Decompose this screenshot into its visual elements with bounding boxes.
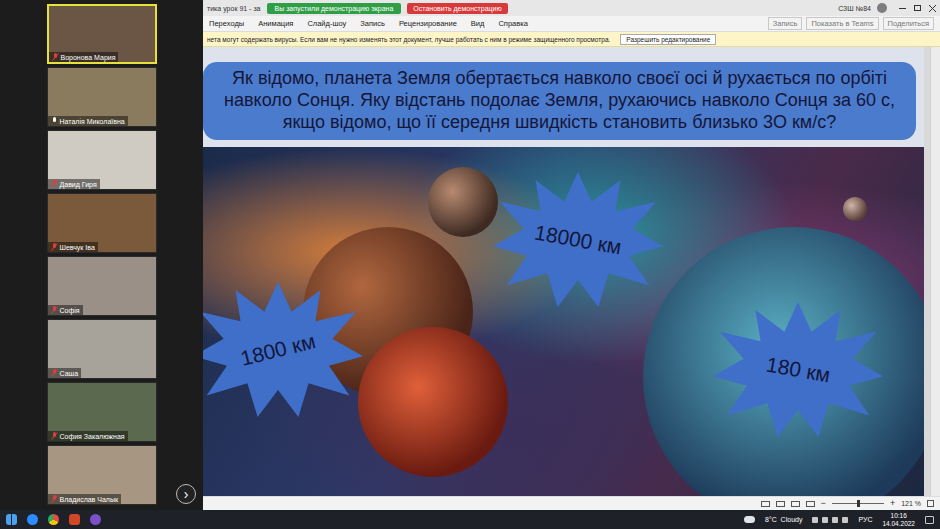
time: 10:16 (891, 512, 907, 519)
participant-name: Софія (60, 307, 80, 314)
mic-icon (51, 180, 58, 188)
powerpoint-icon[interactable] (69, 514, 80, 525)
participant-name-bar: Владислав Чалык (48, 494, 122, 504)
participant-name-bar: Саша (48, 368, 82, 378)
weather[interactable]: 8°C Cloudy (765, 516, 802, 523)
viber-icon[interactable] (90, 514, 101, 525)
ribbon-menu: Переходы Анимация Слайд-шоу Запись Рецензиро… (203, 16, 940, 32)
stop-share-button[interactable]: Остановить демонстрацию (407, 3, 507, 14)
zoom-out-button[interactable]: − (821, 499, 826, 508)
date: 14.04.2022 (882, 520, 915, 527)
document-title: тика урок 91 - за (207, 5, 261, 12)
participant-name: Воронова Мария (61, 54, 116, 61)
mic-icon (51, 369, 58, 377)
notifications-icon[interactable] (925, 516, 934, 524)
participant-name-bar: Давид Гиря (48, 179, 100, 189)
scrollbar[interactable] (930, 47, 940, 496)
window-controls (899, 5, 936, 12)
mic-icon (51, 432, 58, 440)
toolbar-button[interactable]: Поделиться (883, 17, 934, 30)
slideshow-icon[interactable] (806, 501, 815, 507)
share-notice: Вы запустили демонстрацию экрана (267, 3, 402, 14)
question-box: Як відомо, планета Земля обертається нав… (203, 62, 916, 140)
toolbar-button[interactable]: Запись (768, 17, 803, 30)
next-page-button[interactable]: › (176, 484, 196, 504)
mic-icon (52, 53, 59, 61)
participant-tile[interactable]: Давид Гиря (47, 130, 157, 190)
participant-name: Давид Гиря (60, 181, 97, 188)
participant-name-bar: Наталія Миколаївна (48, 116, 128, 126)
participant-tile[interactable]: Шевчук Іва (47, 193, 157, 253)
participant-name: София Закалюжная (60, 433, 125, 440)
protected-view-bar: нета могут содержать вирусы. Если вам не… (203, 32, 940, 47)
zoom-thumb[interactable] (857, 500, 860, 507)
screen: Воронова Мария Наталія Миколаївна Давид Ги… (0, 0, 940, 529)
fit-icon[interactable] (927, 500, 934, 507)
participant-tile[interactable]: Наталія Миколаївна (47, 67, 157, 127)
menu-item[interactable]: Запись (360, 19, 385, 28)
normal-view-icon[interactable] (761, 501, 770, 507)
menu-item[interactable]: Анимация (258, 19, 293, 28)
participant-name: Шевчук Іва (60, 244, 95, 251)
zoom-in-button[interactable]: + (890, 499, 895, 508)
participant-name: Саша (60, 370, 79, 377)
planet (843, 197, 867, 221)
answer-text: 1800 км (238, 329, 318, 371)
participant-tile[interactable]: Воронова Мария (47, 4, 157, 64)
menu-item[interactable]: Рецензирование (399, 19, 457, 28)
mic-icon (51, 243, 58, 251)
participant-name-bar: Софія (48, 305, 83, 315)
minimize-icon[interactable] (899, 8, 906, 9)
protected-message: нета могут содержать вирусы. Если вам не… (207, 36, 610, 43)
participant-name-bar: Шевчук Іва (48, 242, 98, 252)
status-bar: − +121 % (203, 496, 940, 510)
chrome-icon[interactable] (48, 514, 59, 525)
main-area: Воронова Мария Наталія Миколаївна Давид Ги… (0, 0, 940, 510)
title-bar: тика урок 91 - за Вы запустили демонстрац… (203, 0, 940, 16)
participant-tile[interactable]: Владислав Чалык (47, 445, 157, 505)
clock[interactable]: 10:1614.04.2022 (882, 512, 915, 526)
planet (428, 167, 498, 237)
zoom-app-icon[interactable] (27, 514, 38, 525)
start-icon[interactable] (6, 514, 17, 525)
toolbar-button[interactable]: Показать в Teams (806, 17, 878, 30)
zoom-slider[interactable] (832, 503, 884, 504)
participant-name: Наталія Миколаївна (60, 118, 125, 125)
reading-view-icon[interactable] (791, 501, 800, 507)
tray-icons[interactable] (812, 517, 848, 523)
menu-item[interactable]: Справка (498, 19, 527, 28)
planet (358, 327, 508, 477)
cloud-icon (744, 516, 755, 523)
participant-name-bar: София Закалюжная (48, 431, 128, 441)
taskbar: 8°C Cloudy РУС 10:1614.04.2022 (0, 510, 940, 529)
mic-icon (51, 306, 58, 314)
menu-item[interactable]: Слайд-шоу (307, 19, 346, 28)
participant-tile[interactable]: Софія (47, 256, 157, 316)
slide-area: Як відомо, планета Земля обертається нав… (203, 47, 940, 496)
close-icon[interactable] (929, 5, 936, 12)
participant-tile[interactable]: Саша (47, 319, 157, 379)
participant-tile[interactable]: София Закалюжная (47, 382, 157, 442)
zoom-level[interactable]: 121 % (901, 500, 921, 507)
participant-name: Владислав Чалык (60, 496, 119, 503)
mic-icon (51, 495, 58, 503)
answer-text: 18000 км (533, 220, 624, 259)
avatar-icon[interactable] (877, 3, 887, 13)
maximize-icon[interactable] (914, 5, 921, 11)
language[interactable]: РУС (858, 516, 872, 523)
enable-editing-button[interactable]: Разрешить редактирование (620, 34, 716, 45)
answer-text: 180 км (764, 352, 832, 387)
participants-panel: Воронова Мария Наталія Миколаївна Давид Ги… (0, 0, 203, 510)
mic-icon (51, 117, 58, 125)
participant-name-bar: Воронова Мария (49, 52, 119, 62)
menu-item[interactable]: Переходы (209, 19, 244, 28)
sorter-view-icon[interactable] (776, 501, 785, 507)
slide: Як відомо, планета Земля обертається нав… (203, 47, 924, 496)
menu-item[interactable]: Вид (471, 19, 485, 28)
powerpoint-window: тика урок 91 - за Вы запустили демонстрац… (203, 0, 940, 510)
account-name: СЗШ №84 (838, 5, 871, 12)
